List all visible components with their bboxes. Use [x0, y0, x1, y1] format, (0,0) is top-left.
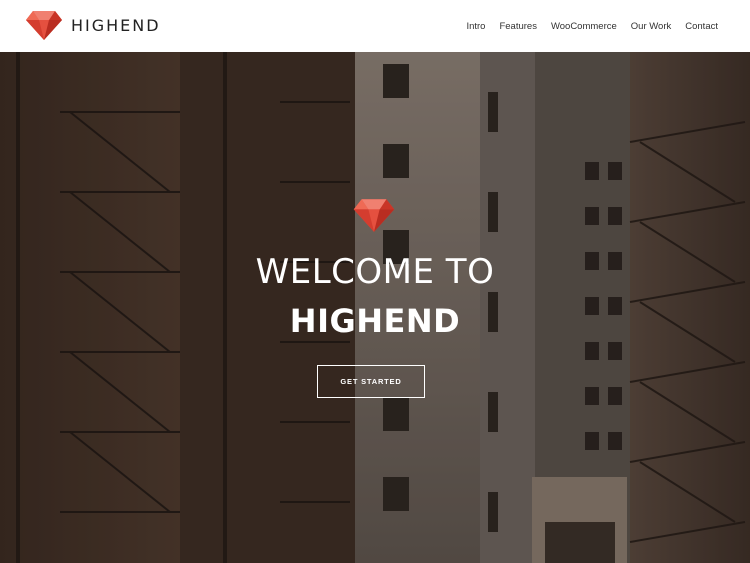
nav-item-woocommerce[interactable]: WooCommerce [551, 21, 617, 32]
hero-content: WELCOME TO HIGHEND GET STARTED [0, 52, 750, 563]
nav-item-our-work[interactable]: Our Work [631, 21, 671, 32]
ruby-gem-icon [352, 197, 396, 233]
nav-item-features[interactable]: Features [499, 21, 537, 32]
ruby-gem-icon [25, 9, 63, 41]
hero-title-line2: HIGHEND [289, 302, 461, 340]
hero-title-line1: WELCOME TO [255, 252, 495, 292]
hero-section: WELCOME TO HIGHEND GET STARTED [0, 52, 750, 563]
nav-item-contact[interactable]: Contact [685, 21, 718, 32]
brand-name: HIGHEND [71, 15, 161, 35]
site-header: HIGHEND Intro Features WooCommerce Our W… [0, 0, 750, 52]
get-started-button[interactable]: GET STARTED [317, 365, 425, 398]
nav-item-intro[interactable]: Intro [466, 21, 485, 32]
logo-link[interactable]: HIGHEND [25, 9, 161, 41]
main-nav: Intro Features WooCommerce Our Work Cont… [452, 0, 718, 52]
